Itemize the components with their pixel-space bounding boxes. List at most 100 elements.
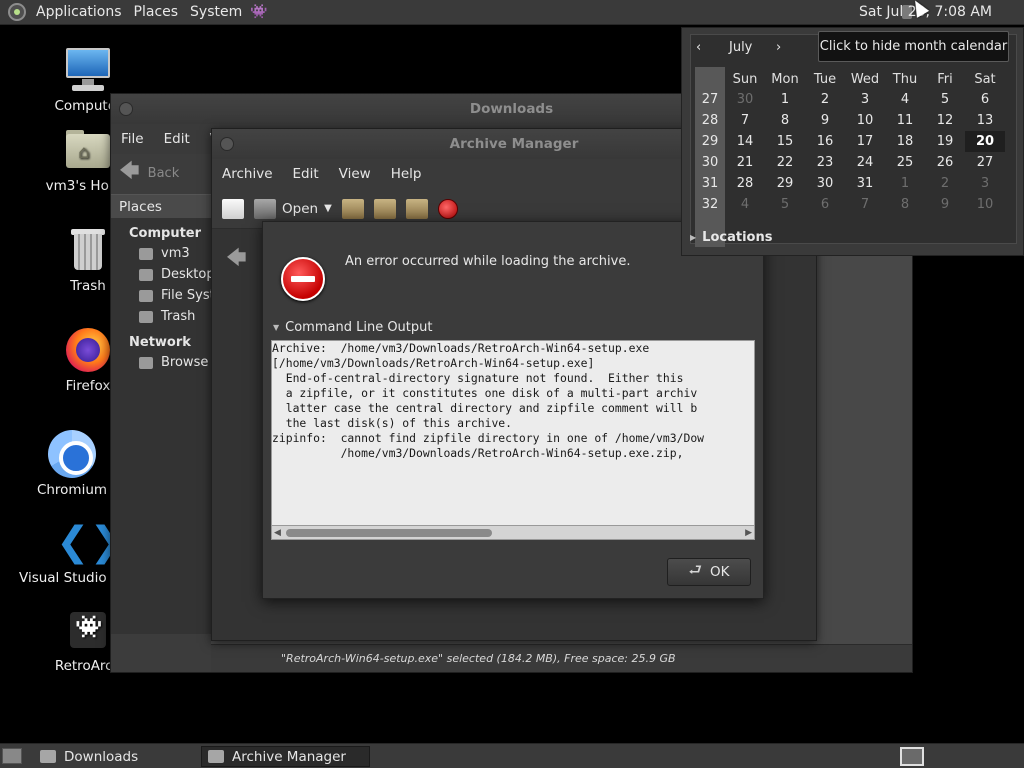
- calendar-day[interactable]: 31: [845, 173, 885, 194]
- back-arrow-icon[interactable]: 🡄: [226, 243, 247, 277]
- command-output-label: Command Line Output: [285, 320, 433, 335]
- calendar-day[interactable]: 4: [885, 89, 925, 110]
- calendar-day[interactable]: 30: [725, 89, 765, 110]
- extract-icon[interactable]: [341, 198, 364, 219]
- calendar-day[interactable]: 13: [965, 110, 1005, 131]
- calendar-day[interactable]: 11: [885, 110, 925, 131]
- show-desktop-button[interactable]: [2, 748, 22, 764]
- calendar-day[interactable]: 10: [845, 110, 885, 131]
- mate-logo-icon[interactable]: [8, 3, 26, 21]
- calendar-day[interactable]: 9: [805, 110, 845, 131]
- scroll-left-icon[interactable]: ◀: [274, 526, 281, 540]
- calendar-day[interactable]: 6: [965, 89, 1005, 110]
- calendar-grid: Sun Mon Tue Wed Thu Fri Sat 27 30 1 2 3 4 5 6 28 7 8 9 10 11…: [695, 69, 1005, 215]
- stop-icon[interactable]: [437, 198, 458, 219]
- calendar-day-today[interactable]: 20: [965, 131, 1005, 152]
- home-folder-icon: ⌂: [64, 126, 112, 174]
- horizontal-scrollbar[interactable]: ◀ ▶: [271, 526, 755, 540]
- calendar-day[interactable]: 5: [765, 194, 805, 215]
- back-arrow-icon[interactable]: 🡄: [119, 156, 140, 190]
- chevron-left-icon[interactable]: ‹: [696, 35, 701, 61]
- calendar-day[interactable]: 12: [925, 110, 965, 131]
- calendar-day[interactable]: 4: [725, 194, 765, 215]
- scroll-right-icon[interactable]: ▶: [745, 526, 752, 540]
- back-button[interactable]: Back: [148, 166, 180, 181]
- archive-manager-icon: [208, 750, 224, 763]
- sidebar-item-filesystem[interactable]: File System: [111, 285, 211, 306]
- chevron-down-icon[interactable]: ▼: [324, 203, 332, 214]
- calendar-day[interactable]: 8: [765, 110, 805, 131]
- calendar-day[interactable]: 19: [925, 131, 965, 152]
- calendar-day[interactable]: 7: [725, 110, 765, 131]
- calendar-day[interactable]: 25: [885, 152, 925, 173]
- sidebar-item-vm3[interactable]: vm3: [111, 243, 211, 264]
- add-files-icon[interactable]: [373, 198, 396, 219]
- calendar-day[interactable]: 16: [805, 131, 845, 152]
- new-archive-icon[interactable]: [222, 198, 244, 219]
- open-label: Open: [282, 200, 319, 217]
- command-output-text[interactable]: Archive: /home/vm3/Downloads/RetroArch-W…: [271, 340, 755, 526]
- calendar-day[interactable]: 2: [805, 89, 845, 110]
- chevron-right-icon[interactable]: ›: [776, 35, 781, 61]
- command-output-expander[interactable]: ▼ Command Line Output: [273, 320, 433, 335]
- calendar-day[interactable]: 9: [925, 194, 965, 215]
- space-invader-icon[interactable]: 👾: [250, 4, 267, 20]
- error-dialog: An error occurred while loading the arch…: [262, 221, 764, 599]
- calendar-day[interactable]: 22: [765, 152, 805, 173]
- menu-edit[interactable]: Edit: [154, 131, 200, 147]
- calendar-day[interactable]: 26: [925, 152, 965, 173]
- calendar-day[interactable]: 14: [725, 131, 765, 152]
- calendar-day[interactable]: 7: [845, 194, 885, 215]
- menu-system[interactable]: System: [184, 0, 248, 25]
- window-menu-icon[interactable]: [119, 102, 133, 116]
- calendar-day[interactable]: 24: [845, 152, 885, 173]
- menu-archive[interactable]: Archive: [212, 166, 283, 182]
- locations-expander[interactable]: ▶ Locations: [690, 230, 772, 245]
- calendar-day[interactable]: 6: [805, 194, 845, 215]
- error-message: An error occurred while loading the arch…: [345, 254, 631, 269]
- calendar-day[interactable]: 30: [805, 173, 845, 194]
- calendar-day[interactable]: 29: [765, 173, 805, 194]
- menu-view[interactable]: View: [329, 166, 381, 182]
- calendar-day[interactable]: 18: [885, 131, 925, 152]
- menu-applications[interactable]: Applications: [30, 0, 128, 25]
- sidebar-item-label: Trash: [161, 309, 196, 324]
- calendar-day[interactable]: 2: [925, 173, 965, 194]
- sidebar-item-label: vm3: [161, 246, 190, 261]
- sidebar-item-desktop[interactable]: Desktop: [111, 264, 211, 285]
- ok-label: OK: [710, 564, 730, 580]
- calendar-day[interactable]: 8: [885, 194, 925, 215]
- calendar-day[interactable]: 10: [965, 194, 1005, 215]
- sidebar-item-browse-network[interactable]: Browse Network: [111, 352, 211, 373]
- home-folder-icon: [139, 247, 153, 260]
- sidebar-item-trash[interactable]: Trash: [111, 306, 211, 327]
- calendar-day[interactable]: 21: [725, 152, 765, 173]
- calendar-day[interactable]: 27: [965, 152, 1005, 173]
- menu-help[interactable]: Help: [381, 166, 432, 182]
- ok-button[interactable]: ⮐ OK: [667, 558, 751, 586]
- weekday-header: Wed: [850, 71, 880, 87]
- locations-label: Locations: [702, 230, 773, 245]
- workspace-switcher[interactable]: [900, 747, 924, 766]
- scrollbar-thumb[interactable]: [286, 529, 492, 537]
- calendar-day[interactable]: 3: [845, 89, 885, 110]
- calendar-day[interactable]: 23: [805, 152, 845, 173]
- task-downloads[interactable]: Downloads: [34, 746, 200, 767]
- calendar-day[interactable]: 5: [925, 89, 965, 110]
- places-dropdown[interactable]: Places: [111, 194, 211, 218]
- menu-places[interactable]: Places: [128, 0, 185, 25]
- calendar-day[interactable]: 28: [725, 173, 765, 194]
- task-archive-manager[interactable]: Archive Manager: [201, 746, 370, 767]
- calendar-day[interactable]: 15: [765, 131, 805, 152]
- add-folder-icon[interactable]: [405, 198, 428, 219]
- sidebar-section-computer: Computer: [129, 226, 202, 241]
- calendar-day[interactable]: 1: [765, 89, 805, 110]
- window-menu-icon[interactable]: [220, 137, 234, 151]
- calendar-day[interactable]: 3: [965, 173, 1005, 194]
- calendar-day[interactable]: 1: [885, 173, 925, 194]
- week-number: 31: [701, 176, 719, 191]
- open-button[interactable]: Open ▼: [254, 198, 332, 219]
- menu-file[interactable]: File: [111, 131, 154, 147]
- calendar-day[interactable]: 17: [845, 131, 885, 152]
- menu-edit[interactable]: Edit: [283, 166, 329, 182]
